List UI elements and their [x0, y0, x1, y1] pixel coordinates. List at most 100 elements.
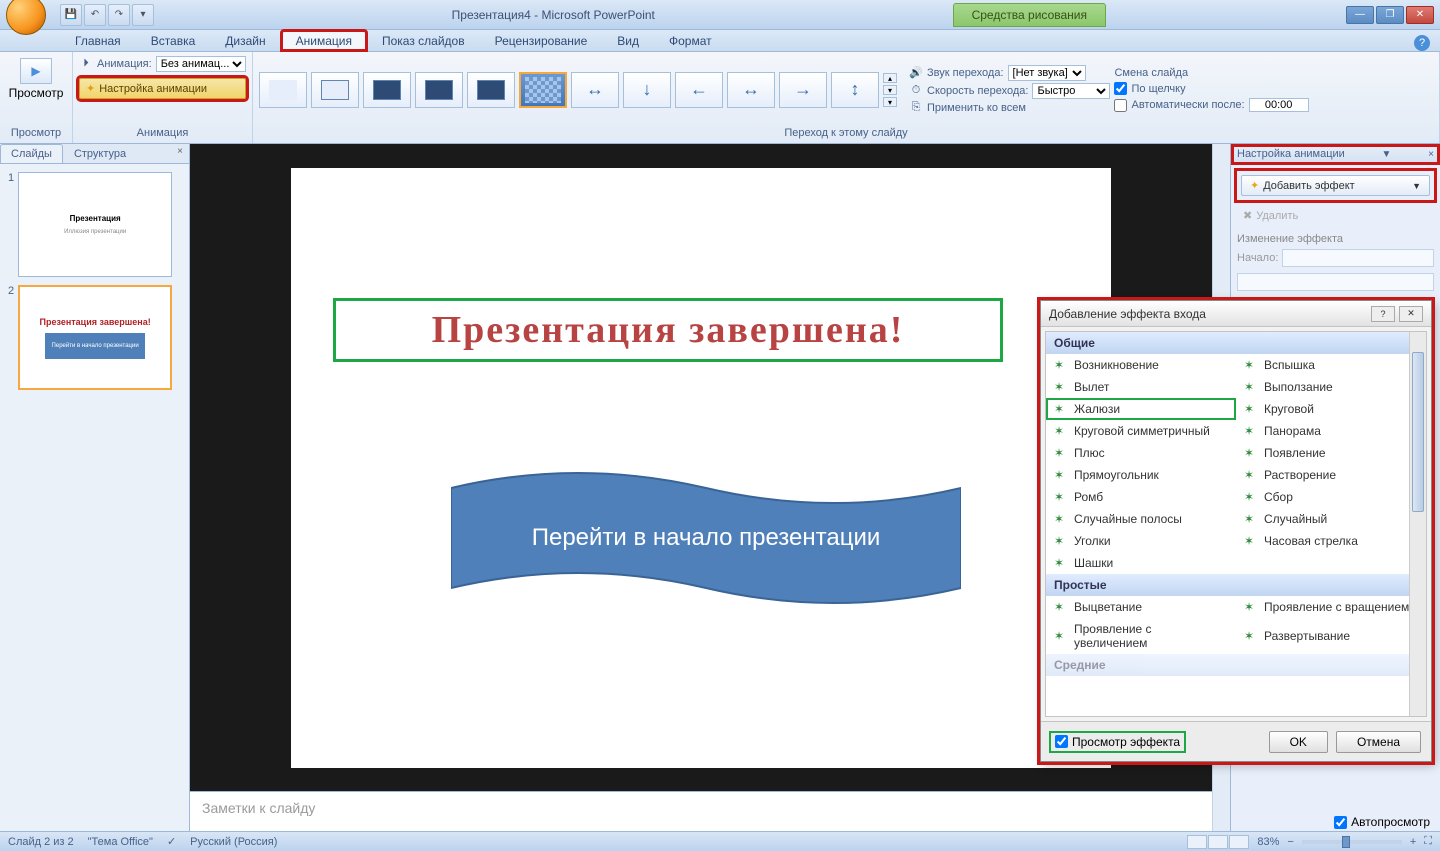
contextual-tab-drawing-tools[interactable]: Средства рисования: [953, 3, 1106, 27]
transitions-more[interactable]: ▴▾▾: [883, 73, 899, 107]
tab-animation[interactable]: Анимация: [281, 30, 367, 51]
dialog-close-button[interactable]: ✕: [1399, 306, 1423, 322]
effect-item[interactable]: ✶Случайные полосы: [1046, 508, 1236, 530]
slide-thumbnail-1[interactable]: 1 Презентация Иллюзия презентации: [8, 172, 181, 277]
pane-close-icon[interactable]: ×: [171, 144, 189, 163]
animation-settings-button[interactable]: ✦ Настройка анимации: [79, 78, 246, 99]
auto-time-input[interactable]: [1249, 98, 1309, 112]
sound-select[interactable]: [Нет звука]: [1008, 65, 1086, 81]
spellcheck-icon[interactable]: ✓: [167, 835, 176, 848]
zoom-out-button[interactable]: −: [1287, 836, 1293, 848]
transition-thumb[interactable]: [415, 72, 463, 108]
tab-view[interactable]: Вид: [602, 30, 654, 51]
maximize-button[interactable]: ❐: [1376, 6, 1404, 24]
effect-item[interactable]: ✶Выцветание: [1046, 596, 1236, 618]
preview-effect-checkbox-wrap[interactable]: Просмотр эффекта: [1051, 733, 1184, 751]
slide-thumbnail-2[interactable]: 2 Презентация завершена! Перейти в начал…: [8, 285, 181, 390]
close-button[interactable]: ✕: [1406, 6, 1434, 24]
zoom-value[interactable]: 83%: [1257, 836, 1279, 848]
effect-item[interactable]: ✶Появление: [1236, 442, 1426, 464]
effect-item[interactable]: ✶Плюс: [1046, 442, 1236, 464]
slide-canvas[interactable]: Презентация завершена! Перейти в начало …: [291, 168, 1111, 768]
transition-thumb[interactable]: [363, 72, 411, 108]
dialog-help-button[interactable]: ?: [1371, 306, 1395, 322]
on-click-checkbox[interactable]: [1114, 82, 1127, 95]
speed-select[interactable]: Быстро: [1032, 83, 1110, 99]
notes-area[interactable]: Заметки к слайду: [190, 791, 1212, 831]
effect-item[interactable]: [1236, 552, 1426, 574]
preview-button[interactable]: Просмотр: [6, 54, 66, 104]
transition-thumb[interactable]: [467, 72, 515, 108]
effect-item[interactable]: ✶Сбор: [1236, 486, 1426, 508]
pane-tab-outline[interactable]: Структура: [63, 144, 137, 163]
effect-list[interactable]: Общие ✶Возникновение✶Вспышка✶Вылет✶Выпол…: [1045, 331, 1427, 717]
add-effect-button[interactable]: ✦ Добавить эффект ▼: [1241, 175, 1430, 196]
save-icon[interactable]: 💾: [60, 4, 82, 26]
transition-none[interactable]: [259, 72, 307, 108]
slide-title-shape[interactable]: Презентация завершена!: [333, 298, 1003, 362]
undo-icon[interactable]: ↶: [84, 4, 106, 26]
banner-shape[interactable]: Перейти в начало презентации: [451, 458, 961, 618]
autopreview-checkbox-wrap[interactable]: Автопросмотр: [1334, 815, 1430, 829]
effect-item[interactable]: ✶Вспышка: [1236, 354, 1426, 376]
effect-item[interactable]: ✶Панорама: [1236, 420, 1426, 442]
transition-thumb[interactable]: [311, 72, 359, 108]
redo-icon[interactable]: ↷: [108, 4, 130, 26]
tab-insert[interactable]: Вставка: [136, 30, 211, 51]
zoom-in-button[interactable]: +: [1410, 836, 1416, 848]
qat-dropdown-icon[interactable]: ▾: [132, 4, 154, 26]
sorter-view-button[interactable]: [1208, 835, 1228, 849]
autopreview-checkbox[interactable]: [1334, 816, 1347, 829]
effect-item[interactable]: ✶Возникновение: [1046, 354, 1236, 376]
transition-dissolve[interactable]: [519, 72, 567, 108]
transition-thumb[interactable]: ←: [675, 72, 723, 108]
tab-slideshow[interactable]: Показ слайдов: [367, 30, 480, 51]
auto-after-checkbox[interactable]: [1114, 99, 1127, 112]
effect-item[interactable]: ✶Ромб: [1046, 486, 1236, 508]
tab-review[interactable]: Рецензирование: [480, 30, 603, 51]
chevron-down-icon[interactable]: ▼: [1382, 149, 1392, 160]
effect-item[interactable]: ✶Часовая стрелка: [1236, 530, 1426, 552]
effect-item[interactable]: ✶Круговой: [1236, 398, 1426, 420]
property-dropdown[interactable]: [1237, 273, 1434, 291]
transition-thumb[interactable]: ↔: [727, 72, 775, 108]
effect-item[interactable]: ✶Вылет: [1046, 376, 1236, 398]
transition-thumb[interactable]: ↔: [571, 72, 619, 108]
preview-effect-checkbox[interactable]: [1055, 735, 1068, 748]
ok-button[interactable]: OK: [1269, 731, 1328, 753]
effect-item[interactable]: ✶Прямоугольник: [1046, 464, 1236, 486]
dialog-titlebar[interactable]: Добавление эффекта входа ? ✕: [1041, 301, 1431, 327]
language[interactable]: Русский (Россия): [190, 836, 277, 848]
tab-format[interactable]: Формат: [654, 30, 727, 51]
zoom-slider[interactable]: [1302, 840, 1402, 844]
effect-item[interactable]: ✶Растворение: [1236, 464, 1426, 486]
transition-thumb[interactable]: →: [779, 72, 827, 108]
pane-close-icon[interactable]: ×: [1428, 149, 1434, 160]
tab-design[interactable]: Дизайн: [210, 30, 280, 51]
animation-select[interactable]: Без анимац...: [156, 56, 246, 72]
dialog-scrollbar[interactable]: [1409, 332, 1426, 716]
effect-item[interactable]: ✶Круговой симметричный: [1046, 420, 1236, 442]
help-icon[interactable]: ?: [1414, 35, 1430, 51]
apply-all-button[interactable]: ⎘Применить ко всем: [909, 101, 1110, 115]
effect-item[interactable]: ✶Выползание: [1236, 376, 1426, 398]
effect-item[interactable]: ✶Уголки: [1046, 530, 1236, 552]
normal-view-button[interactable]: [1187, 835, 1207, 849]
start-dropdown[interactable]: [1282, 249, 1434, 267]
mini-banner: Перейти в начало презентации: [45, 333, 145, 359]
effect-item[interactable]: ✶Шашки: [1046, 552, 1236, 574]
transitions-gallery[interactable]: ↔ ↓ ← ↔ → ↕ ▴▾▾: [259, 72, 899, 108]
effect-item[interactable]: ✶Жалюзи: [1046, 398, 1236, 420]
slideshow-view-button[interactable]: [1229, 835, 1249, 849]
minimize-button[interactable]: —: [1346, 6, 1374, 24]
cancel-button[interactable]: Отмена: [1336, 731, 1421, 753]
effect-item[interactable]: ✶Случайный: [1236, 508, 1426, 530]
pane-tab-slides[interactable]: Слайды: [0, 144, 63, 163]
transition-thumb[interactable]: ↕: [831, 72, 879, 108]
tab-home[interactable]: Главная: [60, 30, 136, 51]
effect-item[interactable]: ✶Проявление с увеличением: [1046, 618, 1236, 654]
transition-thumb[interactable]: ↓: [623, 72, 671, 108]
effect-item[interactable]: ✶Проявление с вращением: [1236, 596, 1426, 618]
fit-button[interactable]: ⛶: [1424, 835, 1432, 848]
effect-item[interactable]: ✶Развертывание: [1236, 618, 1426, 654]
